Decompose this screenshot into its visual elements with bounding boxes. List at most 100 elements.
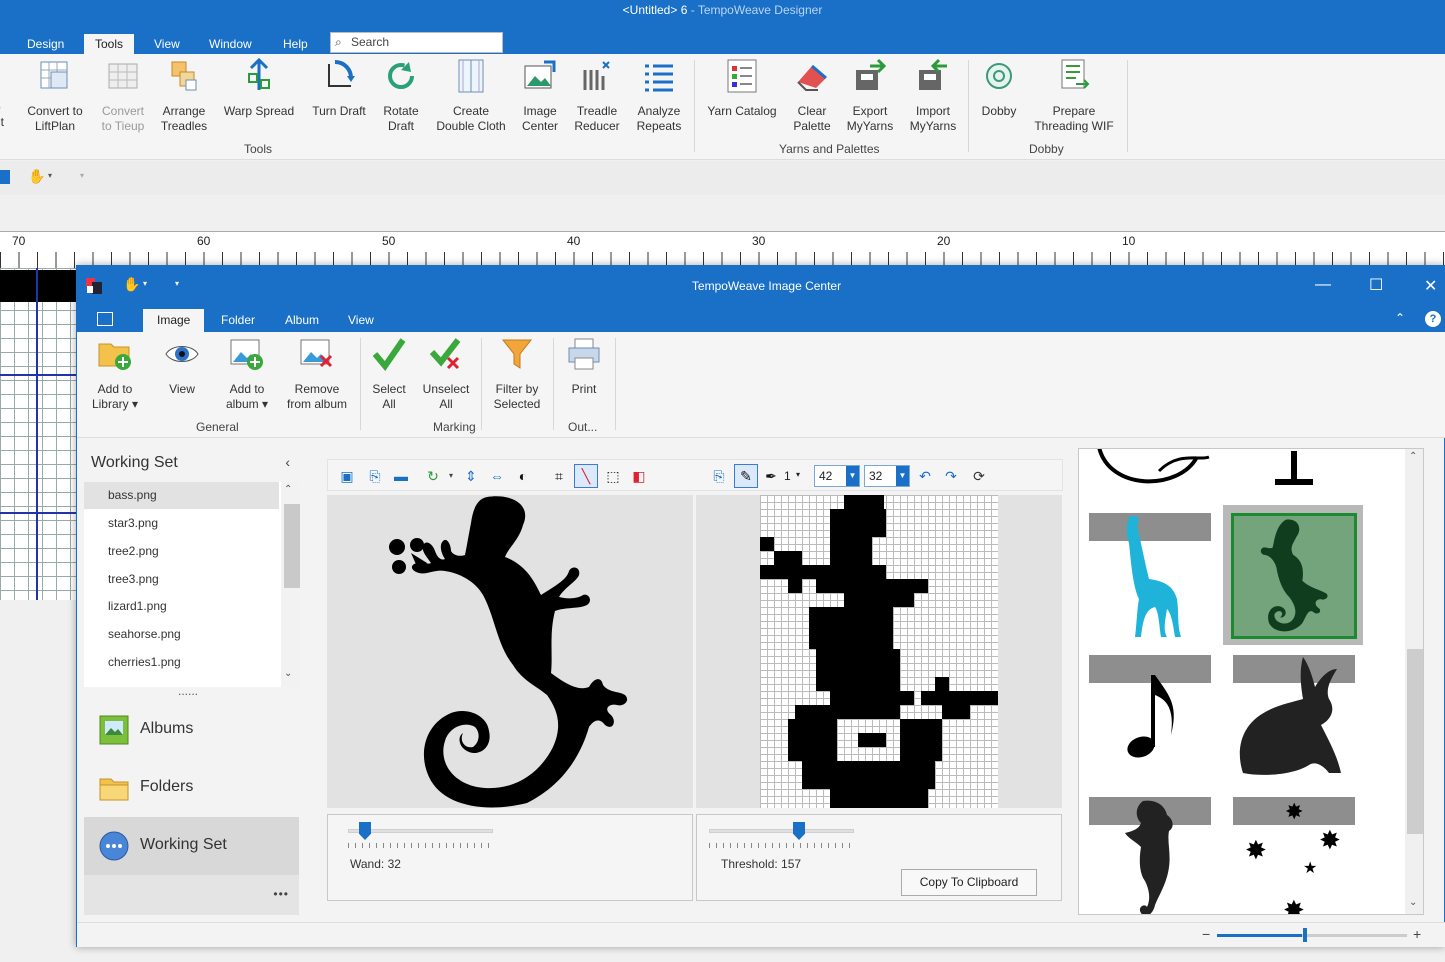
gallery-scrollbar[interactable]: ⌃ ⌄ (1405, 449, 1423, 914)
minimize-icon[interactable]: — (1315, 276, 1331, 294)
draft-grid[interactable] (0, 268, 80, 600)
scroll-up-icon[interactable]: ⌃ (284, 484, 292, 495)
convert-to-liftplan-button[interactable]: Convert to LiftPlan (22, 58, 88, 134)
warp-spread-button[interactable]: Warp Spread (220, 57, 298, 119)
list-item[interactable]: star3.png (84, 510, 279, 537)
zoom-out-button[interactable]: − (1202, 926, 1210, 942)
file-list-scrollbar[interactable]: ⌃ ⌄ (281, 482, 300, 687)
zoom-in-button[interactable]: + (1413, 926, 1421, 942)
gallery-item[interactable] (1089, 655, 1211, 785)
chevron-down-icon[interactable]: ▼ (846, 466, 859, 486)
list-item[interactable]: seahorse.png (84, 621, 279, 648)
print-button[interactable]: Print (561, 336, 607, 397)
pen-size-value[interactable]: 1 (784, 469, 791, 483)
list-item[interactable]: cherries1.png (84, 649, 279, 676)
save-pattern-icon[interactable]: ⎘ (710, 467, 728, 485)
gallery-item[interactable] (1089, 513, 1211, 643)
redo-icon[interactable]: ↷ (942, 467, 960, 485)
gallery-item[interactable] (1089, 449, 1211, 491)
flip-vertical-icon[interactable]: ⇕ (462, 467, 480, 485)
partial-button[interactable]: p rit (0, 58, 14, 130)
chevron-down-icon[interactable]: ▾ (48, 171, 52, 180)
gallery-item[interactable]: ✸ ✸ ✸ ★ ✸ (1233, 797, 1355, 914)
tab-window[interactable]: Window (198, 34, 263, 54)
scroll-up-icon[interactable]: ⌃ (1409, 451, 1417, 462)
list-item[interactable]: bass.png (84, 482, 279, 509)
tab-help[interactable]: Help (272, 34, 319, 54)
convert-to-tieup-button[interactable]: Convert to Tieup (96, 58, 150, 134)
chevron-down-icon[interactable]: ▾ (796, 470, 800, 479)
remove-from-album-button[interactable]: Remove from album (281, 336, 353, 412)
yarn-catalog-button[interactable]: Yarn Catalog (702, 58, 782, 119)
prepare-threading-wif-button[interactable]: Prepare Threading WIF (1030, 58, 1118, 134)
chevron-left-icon[interactable]: ‹ (285, 454, 290, 470)
edit-icon[interactable]: ✎ (734, 464, 758, 488)
threshold-slider-thumb[interactable] (793, 822, 805, 840)
tab-design[interactable]: Design (16, 34, 75, 54)
height-input[interactable]: 32 ▼ (864, 465, 910, 487)
treadle-reducer-button[interactable]: Treadle Reducer (570, 58, 624, 134)
lasso-icon[interactable]: ⬚ (604, 467, 622, 485)
threshold-slider-track[interactable] (709, 829, 854, 833)
collapse-ribbon-icon[interactable]: ⌃ (1395, 311, 1405, 325)
analyze-repeats-button[interactable]: Analyze Repeats (630, 58, 688, 134)
arrange-treadles-button[interactable]: Arrange Treadles (156, 58, 212, 134)
gallery-item[interactable] (1233, 655, 1355, 785)
gallery-item-selected[interactable] (1223, 505, 1363, 645)
tab-view[interactable]: View (334, 309, 388, 332)
close-icon[interactable]: ✕ (1424, 276, 1437, 296)
tab-folder[interactable]: Folder (207, 309, 269, 332)
export-myyarns-button[interactable]: Export MyYarns (842, 58, 898, 134)
crop-icon[interactable]: ⌗ (550, 467, 568, 485)
scrollbar-thumb[interactable] (1407, 649, 1423, 834)
unselect-all-button[interactable]: Unselect All (419, 336, 473, 412)
pattern-grid[interactable] (760, 495, 998, 808)
open-image-icon[interactable]: ▣ (338, 467, 356, 485)
chevron-down-icon[interactable]: ▼ (896, 466, 909, 486)
width-input[interactable]: 42 ▼ (814, 465, 860, 487)
scrollbar-thumb[interactable] (284, 504, 300, 588)
rotate-icon[interactable]: ↻ (424, 467, 442, 485)
mirror-icon[interactable]: ◧ (630, 467, 648, 485)
nav-working-set[interactable]: Working Set (84, 817, 299, 875)
gallery-item[interactable] (1089, 797, 1211, 914)
app-menu-icon[interactable] (97, 312, 113, 326)
tab-image[interactable]: Image (143, 309, 205, 332)
undo-icon[interactable]: ↶ (916, 467, 934, 485)
invert-icon[interactable]: ◐ (514, 467, 532, 485)
scroll-down-icon[interactable]: ⌄ (1409, 897, 1417, 908)
help-icon[interactable]: ? (1425, 311, 1441, 327)
gallery-item[interactable] (1233, 449, 1355, 491)
hand-icon[interactable]: ✋ (28, 168, 45, 185)
wand-slider-thumb[interactable] (359, 822, 371, 840)
tab-view[interactable]: View (143, 34, 191, 54)
tab-album[interactable]: Album (271, 309, 333, 332)
clear-palette-button[interactable]: Clear Palette (788, 58, 836, 134)
filter-by-selected-button[interactable]: Filter by Selected (487, 336, 547, 412)
list-item[interactable]: tree3.png (84, 566, 279, 593)
flip-horizontal-icon[interactable]: ⇔ (488, 467, 506, 485)
pattern-preview-panel[interactable] (696, 495, 1062, 808)
nav-folders[interactable]: Folders (84, 759, 299, 817)
add-to-library-button[interactable]: Add to Library ▾ (89, 336, 141, 412)
select-icon[interactable] (0, 170, 10, 184)
scan-icon[interactable]: ▬ (392, 467, 410, 485)
search-input[interactable]: ⌕ Search (330, 32, 503, 53)
dobby-button[interactable]: Dobby (976, 58, 1022, 119)
maximize-icon[interactable]: ☐ (1369, 275, 1383, 295)
select-all-button[interactable]: Select All (367, 336, 411, 412)
splitter-handle[interactable]: ...... (178, 684, 198, 698)
save-image-icon[interactable]: ⎘ (366, 467, 384, 485)
refresh-icon[interactable]: ⟳ (970, 467, 988, 485)
image-center-button[interactable]: Image Center (516, 58, 564, 134)
customize-qat-icon[interactable]: ▾ (80, 171, 84, 180)
add-to-album-button[interactable]: Add to album ▾ (221, 336, 273, 412)
rotate-draft-button[interactable]: Rotate Draft (376, 58, 426, 134)
list-item[interactable]: tree2.png (84, 538, 279, 565)
more-icon[interactable]: ••• (273, 887, 289, 901)
copy-to-clipboard-button[interactable]: Copy To Clipboard (901, 869, 1037, 896)
nav-albums[interactable]: Albums (84, 701, 299, 759)
tab-tools[interactable]: Tools (84, 34, 135, 54)
view-button[interactable]: View (161, 336, 203, 397)
line-tool-icon[interactable]: ╲ (574, 464, 598, 488)
